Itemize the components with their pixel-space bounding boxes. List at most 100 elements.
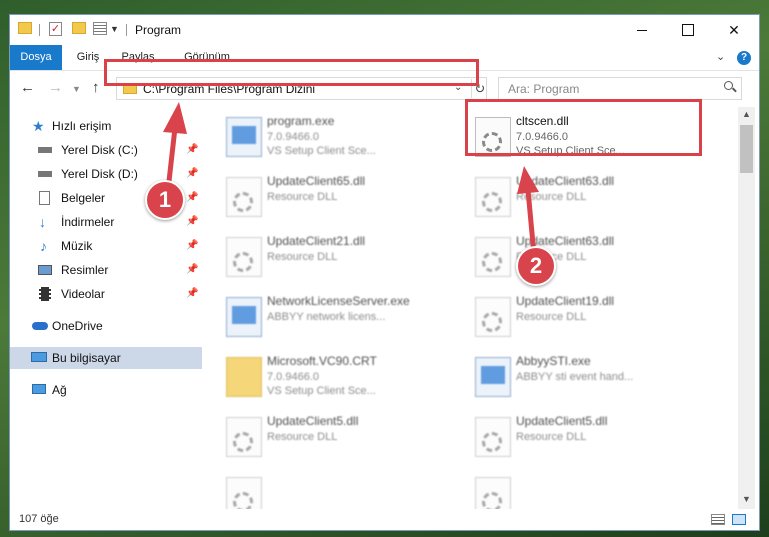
file-item[interactable] <box>203 467 443 509</box>
search-input[interactable]: Ara: Program <box>498 77 742 100</box>
recent-locations-dropdown-icon[interactable]: ▼ <box>72 84 81 94</box>
file-name: Microsoft.VC90.CRT <box>267 354 377 368</box>
pin-icon[interactable]: 📌 <box>186 211 198 233</box>
sidebar-item-label: Yerel Disk (C:) <box>61 143 138 157</box>
sidebar-item-label: Videolar <box>61 287 105 301</box>
help-icon[interactable]: ? <box>737 51 751 65</box>
step-1-badge: 1 <box>145 180 185 220</box>
file-item[interactable]: UpdateClient65.dll Resource DLL <box>203 167 443 227</box>
scroll-down-icon[interactable]: ▼ <box>742 494 751 504</box>
title-bar: ✓ ▼ Program ✕ <box>10 15 759 45</box>
scrollbar-thumb[interactable] <box>740 125 753 173</box>
sidebar-item-music[interactable]: ♪ Müzik 📌 <box>10 235 202 257</box>
dll-file-icon <box>475 477 511 509</box>
file-name: UpdateClient19.dll <box>516 294 615 308</box>
new-folder-icon[interactable] <box>72 22 86 34</box>
details-view-icon[interactable] <box>711 514 725 525</box>
file-item[interactable]: NetworkLicenseServer.exe ABBYY network l… <box>203 287 443 347</box>
dll-file-icon <box>226 417 262 457</box>
file-description: VS Setup Client Sce... <box>267 145 376 157</box>
sidebar-item-videos[interactable]: Videolar 📌 <box>10 283 202 305</box>
documents-icon <box>39 191 50 205</box>
maximize-icon <box>682 24 694 36</box>
file-item[interactable]: UpdateClient63.dll Resource DLL <box>452 167 692 227</box>
exe-file-icon <box>226 117 262 157</box>
pin-icon[interactable]: 📌 <box>186 163 198 185</box>
file-item[interactable]: UpdateClient21.dll Resource DLL <box>203 227 443 287</box>
scroll-up-icon[interactable]: ▲ <box>742 109 751 119</box>
sidebar-item-label: Yerel Disk (D:) <box>61 167 138 181</box>
explorer-window: ✓ ▼ Program ✕ Dosya Giriş Paylaş Görünüm… <box>9 14 760 531</box>
file-name: NetworkLicenseServer.exe <box>267 294 410 308</box>
properties-check-icon[interactable]: ✓ <box>49 22 62 36</box>
pictures-icon <box>38 265 52 275</box>
tab-home[interactable]: Giriş <box>70 45 106 70</box>
quick-access-dropdown-icon[interactable]: ▼ <box>110 24 119 34</box>
sidebar-item-this-pc[interactable]: Bu bilgisayar <box>10 347 202 369</box>
file-name: AbbyySTI.exe <box>516 354 591 368</box>
file-name: UpdateClient65.dll <box>267 174 366 188</box>
dll-file-icon <box>475 237 511 277</box>
expand-ribbon-icon[interactable]: ⌄ <box>716 50 725 63</box>
network-icon <box>32 384 46 394</box>
sidebar-item-label: Bu bilgisayar <box>52 351 121 365</box>
file-highlight <box>465 99 702 156</box>
sidebar-item-pictures[interactable]: Resimler 📌 <box>10 259 202 281</box>
file-item[interactable]: AbbyySTI.exe ABBYY sti event hand... <box>452 347 692 407</box>
file-item[interactable]: UpdateClient5.dll Resource DLL <box>203 407 443 467</box>
forward-arrow-icon[interactable]: → <box>48 79 63 96</box>
sidebar-item-onedrive[interactable]: OneDrive <box>10 315 202 337</box>
file-list: program.exe 7.0.9466.0 VS Setup Client S… <box>203 107 738 509</box>
pin-icon[interactable]: 📌 <box>186 283 198 305</box>
divider <box>126 24 127 36</box>
file-description: ABBYY sti event hand... <box>516 371 634 383</box>
file-version: 7.0.9466.0 <box>267 131 319 143</box>
exe-file-icon <box>475 357 511 397</box>
item-count: 107 öğe <box>19 513 59 525</box>
window-title: Program <box>135 23 182 37</box>
video-icon <box>39 287 51 301</box>
file-item[interactable]: UpdateClient5.dll Resource DLL <box>452 407 692 467</box>
folder-icon[interactable] <box>18 22 32 34</box>
vertical-scrollbar[interactable]: ▲ ▼ <box>738 107 755 509</box>
tab-file[interactable]: Dosya <box>10 45 62 70</box>
large-icons-view-icon[interactable] <box>732 514 746 525</box>
dll-file-icon <box>226 477 262 509</box>
back-arrow-icon[interactable]: ← <box>20 79 35 96</box>
file-description: Resource DLL <box>516 431 587 443</box>
file-name: program.exe <box>267 114 335 128</box>
file-name: UpdateClient5.dll <box>516 414 608 428</box>
dll-file-icon <box>226 237 262 277</box>
properties-icon[interactable] <box>93 22 107 35</box>
pin-icon[interactable]: 📌 <box>186 139 198 161</box>
file-description: VS Setup Client Sce... <box>267 385 376 397</box>
file-item[interactable] <box>452 467 692 509</box>
maximize-button[interactable] <box>665 15 711 45</box>
file-item[interactable]: UpdateClient63.dll Resource DLL <box>452 227 692 287</box>
file-item[interactable]: program.exe 7.0.9466.0 VS Setup Client S… <box>203 107 443 167</box>
file-description: Resource DLL <box>267 431 338 443</box>
sidebar-item-disk-c[interactable]: Yerel Disk (C:) 📌 <box>10 139 202 161</box>
sidebar-item-label: Hızlı erişim <box>52 119 112 133</box>
minimize-button[interactable] <box>619 15 665 45</box>
up-arrow-icon[interactable]: ↑ <box>92 79 100 96</box>
file-description: Resource DLL <box>267 251 338 263</box>
manifest-file-icon <box>226 357 262 397</box>
pin-icon[interactable]: 📌 <box>186 187 198 209</box>
search-icon[interactable] <box>724 81 735 92</box>
dll-file-icon <box>475 297 511 337</box>
minimize-icon <box>637 29 647 31</box>
sidebar-item-quick-access[interactable]: ★ Hızlı erişim <box>10 115 202 137</box>
file-name: UpdateClient63.dll <box>516 174 615 188</box>
sidebar-item-network[interactable]: Ağ <box>10 379 202 401</box>
exe-file-icon <box>226 297 262 337</box>
pin-icon[interactable]: 📌 <box>186 235 198 257</box>
close-button[interactable]: ✕ <box>711 15 757 45</box>
file-item[interactable]: Microsoft.VC90.CRT 7.0.9466.0 VS Setup C… <box>203 347 443 407</box>
file-item[interactable]: UpdateClient19.dll Resource DLL <box>452 287 692 347</box>
dll-file-icon <box>226 177 262 217</box>
pin-icon[interactable]: 📌 <box>186 259 198 281</box>
address-bar-highlight <box>104 59 479 86</box>
file-description: Resource DLL <box>267 191 338 203</box>
dll-file-icon <box>475 177 511 217</box>
